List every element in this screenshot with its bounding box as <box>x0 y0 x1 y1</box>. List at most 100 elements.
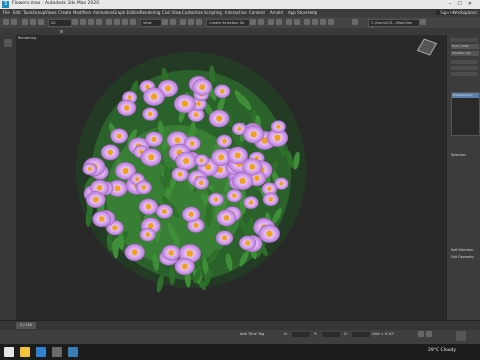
bind-space-warp-icon[interactable] <box>38 19 44 25</box>
modifier-stack[interactable]: Editable Poly <box>451 92 480 136</box>
rendered-frame-window-icon[interactable] <box>320 19 326 25</box>
menu-app-store[interactable]: App Store <box>288 10 308 15</box>
modifier-button[interactable] <box>451 66 478 70</box>
select-by-name-icon[interactable] <box>80 19 86 25</box>
3ds-max-icon[interactable] <box>36 347 46 357</box>
flower-center <box>181 100 189 107</box>
menu-views[interactable]: Views <box>45 10 57 15</box>
select-manipulate-icon[interactable] <box>170 19 176 25</box>
ribbon-grip-icon[interactable] <box>60 30 63 33</box>
window-controls[interactable]: –☐✕ <box>449 1 478 7</box>
rotate-icon[interactable] <box>114 19 120 25</box>
left-tool-strip <box>0 35 17 320</box>
menu-group[interactable]: Group <box>33 10 45 15</box>
modifier-button[interactable] <box>451 72 478 76</box>
select-object-icon[interactable] <box>72 19 78 25</box>
menu-create[interactable]: Create <box>58 10 71 15</box>
app-icon[interactable] <box>68 347 78 357</box>
undo-icon[interactable] <box>3 19 9 25</box>
flower-center <box>114 185 121 192</box>
menu-content[interactable]: Content <box>249 10 265 15</box>
mirror-icon[interactable] <box>250 19 256 25</box>
zoom-extents-icon[interactable] <box>456 331 466 341</box>
redo-icon[interactable] <box>11 19 17 25</box>
move-icon[interactable] <box>106 19 112 25</box>
selection-filter-dropdown[interactable]: All <box>48 19 72 27</box>
rectangular-selection-icon[interactable] <box>88 19 94 25</box>
menu-modifiers[interactable]: Modifiers <box>73 10 91 15</box>
weather-widget[interactable]: 29°C Cloudy <box>428 348 456 353</box>
scene-explorer-icon[interactable] <box>268 19 274 25</box>
curve-editor-icon[interactable] <box>286 19 292 25</box>
menu-edit[interactable]: Edit <box>13 10 21 15</box>
reference-coordinate-dropdown[interactable]: View <box>140 19 162 27</box>
snaps-toggle-icon[interactable] <box>180 19 186 25</box>
menu-animation[interactable]: Animation <box>93 10 113 15</box>
link-icon[interactable] <box>22 19 28 25</box>
perspective-viewport[interactable]: Rendering <box>16 35 446 320</box>
scale-icon[interactable] <box>122 19 128 25</box>
render-production-icon[interactable] <box>328 19 334 25</box>
flower-center <box>199 84 206 91</box>
next-frame-icon[interactable] <box>426 331 432 337</box>
schematic-view-icon[interactable] <box>294 19 300 25</box>
project-settings-icon[interactable] <box>420 19 426 25</box>
menu-scripting[interactable]: Scripting <box>204 10 222 15</box>
menu-tools[interactable]: Tools <box>23 10 33 15</box>
menu-interactive[interactable]: Interactive <box>225 10 247 15</box>
flower-center <box>199 158 204 163</box>
percent-snap-icon[interactable] <box>196 19 202 25</box>
flower-center <box>123 105 130 111</box>
unlink-icon[interactable] <box>30 19 36 25</box>
z-coordinate-field[interactable] <box>352 332 370 337</box>
menu-help[interactable]: Help <box>308 10 317 15</box>
window-crossing-icon[interactable] <box>96 19 102 25</box>
y-coordinate-field[interactable] <box>322 332 340 337</box>
flower-center <box>181 263 188 270</box>
selection-rollout[interactable]: Selection <box>451 153 466 157</box>
windows-start-icon[interactable] <box>4 347 14 357</box>
soft-selection-rollout[interactable]: Soft Selection <box>451 248 473 252</box>
align-icon[interactable] <box>258 19 264 25</box>
edit-geometry-rollout[interactable]: Edit Geometry <box>451 255 474 259</box>
material-editor-icon[interactable] <box>304 19 310 25</box>
app-icon[interactable]: 3 <box>2 1 9 8</box>
add-time-tag[interactable]: Add Time Tag <box>240 332 264 336</box>
menu-file[interactable]: File <box>3 10 10 15</box>
flower-center <box>122 167 129 175</box>
flower-center <box>223 215 230 221</box>
project-folder-icon[interactable] <box>352 19 358 25</box>
grid-size: Grid = 0'10" <box>372 332 395 336</box>
flower-center <box>188 211 194 218</box>
photos-icon[interactable] <box>52 347 62 357</box>
flower-center <box>268 196 274 202</box>
viewport-layout-icon[interactable] <box>4 39 12 47</box>
flower-center <box>279 181 284 186</box>
placement-icon[interactable] <box>130 19 136 25</box>
menu-graph-editors[interactable]: Graph Editors <box>113 10 140 15</box>
flower-center <box>189 140 195 146</box>
project-path-dropdown[interactable]: C:\Users\U3...\Max\3ds Max <box>368 19 420 31</box>
object-name-field[interactable]: Bush_1000 <box>451 44 479 49</box>
file-explorer-icon[interactable] <box>20 347 30 357</box>
angle-snap-icon[interactable] <box>188 19 194 25</box>
menu-customize[interactable]: Customize <box>182 10 203 15</box>
command-panel-tabs[interactable] <box>450 38 478 42</box>
flower-center <box>151 136 157 142</box>
time-slider[interactable]: 0 / 100 <box>16 322 36 329</box>
x-label: X: <box>284 332 288 336</box>
layer-explorer-icon[interactable] <box>276 19 282 25</box>
menu-civil-view[interactable]: Civil View <box>162 10 181 15</box>
play-icon[interactable] <box>418 331 424 337</box>
menu-rendering[interactable]: Rendering <box>140 10 160 15</box>
x-coordinate-field[interactable] <box>292 332 310 337</box>
modifier-list-dropdown[interactable]: Modifier List <box>451 51 479 56</box>
named-selection-sets-dropdown[interactable]: Create Selection Se <box>206 19 250 27</box>
pivot-center-icon[interactable] <box>162 19 168 25</box>
render-setup-icon[interactable] <box>312 19 318 25</box>
menu-arnold[interactable]: Arnold <box>270 10 283 15</box>
stack-item[interactable]: Editable Poly <box>452 93 479 98</box>
modifier-button[interactable] <box>451 60 478 64</box>
flower-center <box>87 166 92 172</box>
flower-center <box>222 138 227 144</box>
